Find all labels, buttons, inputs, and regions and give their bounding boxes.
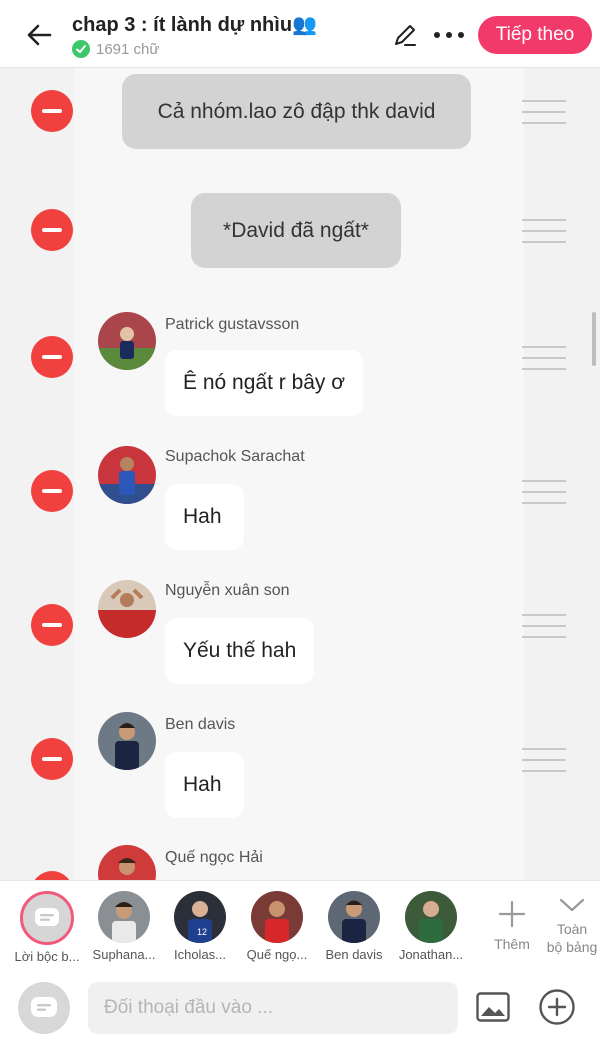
add-character-button[interactable]: Thêm [490, 899, 534, 952]
character-avatar[interactable] [98, 580, 156, 638]
character-avatar [328, 891, 380, 943]
narrator-avatar [20, 891, 74, 945]
minus-icon [42, 109, 62, 113]
character-option[interactable]: Jonathan... [394, 891, 468, 962]
dialog-bubble[interactable]: Hah [165, 484, 244, 550]
input-bar [0, 970, 600, 1042]
character-avatar [251, 891, 303, 943]
chevron-down-icon [559, 898, 585, 912]
more-options-icon[interactable] [432, 24, 466, 46]
back-arrow-icon[interactable] [24, 20, 54, 50]
character-option[interactable]: Suphana... [87, 891, 161, 962]
character-label: Icholas... [173, 947, 227, 962]
svg-text:12: 12 [197, 927, 207, 937]
delete-message-button[interactable] [31, 738, 73, 780]
dialog-bubble[interactable]: Hah [165, 752, 244, 818]
character-name: Nguyễn xuân son [165, 582, 290, 599]
add-circle-icon[interactable] [538, 988, 576, 1026]
narration-bubble[interactable]: *David đã ngất* [191, 193, 401, 268]
chapter-title: chap 3 : ít lành dự nhìu👥 [72, 12, 317, 37]
minus-icon [42, 757, 62, 761]
character-avatar: 12 [174, 891, 226, 943]
plus-icon [498, 900, 526, 928]
all-board-label-line1: Toàn [556, 921, 588, 937]
narration-bubble[interactable]: Cả nhóm.lao zô đập thk david [122, 74, 471, 149]
minus-icon [42, 623, 62, 627]
dialog-bubble[interactable]: Ê nó ngất r bây ơ [165, 350, 364, 416]
drag-handle-icon[interactable] [522, 219, 566, 243]
character-label: Lời bộc b... [14, 949, 80, 964]
expand-all-button[interactable]: Toàn bộ bảng [544, 895, 600, 956]
next-button[interactable]: Tiếp theo [478, 16, 592, 54]
all-board-label-line2: bộ bảng [546, 939, 598, 955]
check-icon [72, 40, 90, 58]
delete-message-button[interactable] [31, 604, 73, 646]
character-label: Quế ngọ... [246, 947, 308, 962]
message-type-button[interactable] [18, 982, 70, 1034]
character-name: Quế ngọc Hải [165, 849, 263, 866]
message-icon [31, 997, 57, 1017]
character-name: Ben davis [165, 716, 236, 733]
add-character-label: Thêm [494, 936, 530, 952]
delete-message-button[interactable] [31, 90, 73, 132]
character-label: Ben davis [325, 947, 383, 962]
word-count-text: 1691 chữ [96, 40, 160, 58]
character-label: Suphana... [92, 947, 156, 962]
dialog-input[interactable] [88, 982, 458, 1034]
minus-icon [42, 355, 62, 359]
character-name: Patrick gustavsson [165, 316, 300, 333]
scrollbar[interactable] [592, 312, 596, 366]
character-avatar[interactable] [98, 312, 156, 370]
delete-message-button[interactable] [31, 336, 73, 378]
chapter-title-text: chap 3 : ít lành dự nhìu [72, 14, 293, 36]
minus-icon [42, 489, 62, 493]
delete-message-button[interactable] [31, 470, 73, 512]
dialog-bubble[interactable]: Yếu thế hah [165, 618, 315, 684]
word-count: 1691 chữ [72, 40, 159, 58]
character-avatar [98, 891, 150, 943]
character-avatar [405, 891, 457, 943]
drag-handle-icon[interactable] [522, 748, 566, 772]
chat-editor: Cả nhóm.lao zô đập thk david *David đã n… [0, 68, 600, 880]
drag-handle-icon[interactable] [522, 346, 566, 370]
people-emoji-icon: 👥 [292, 14, 317, 36]
edit-pen-icon[interactable] [392, 22, 418, 48]
character-avatar[interactable] [98, 446, 156, 504]
character-label: Jonathan... [398, 947, 464, 962]
top-bar: chap 3 : ít lành dự nhìu👥 1691 chữ Tiếp … [0, 0, 600, 68]
character-narrator[interactable]: Lời bộc b... [10, 891, 84, 964]
drag-handle-icon[interactable] [522, 100, 566, 124]
drag-handle-icon[interactable] [522, 480, 566, 504]
delete-message-button[interactable] [31, 871, 73, 880]
character-bar: Lời bộc b... Suphana... 12 Icholas... Qu… [0, 880, 600, 970]
minus-icon [42, 228, 62, 232]
character-name: Supachok Sarachat [165, 448, 305, 465]
drag-handle-icon[interactable] [522, 614, 566, 638]
character-option[interactable]: 12 Icholas... [163, 891, 237, 962]
image-icon[interactable] [476, 992, 510, 1022]
character-avatar[interactable] [98, 712, 156, 770]
character-option[interactable]: Ben davis [317, 891, 391, 962]
delete-message-button[interactable] [31, 209, 73, 251]
character-option[interactable]: Quế ngọ... [240, 891, 314, 962]
